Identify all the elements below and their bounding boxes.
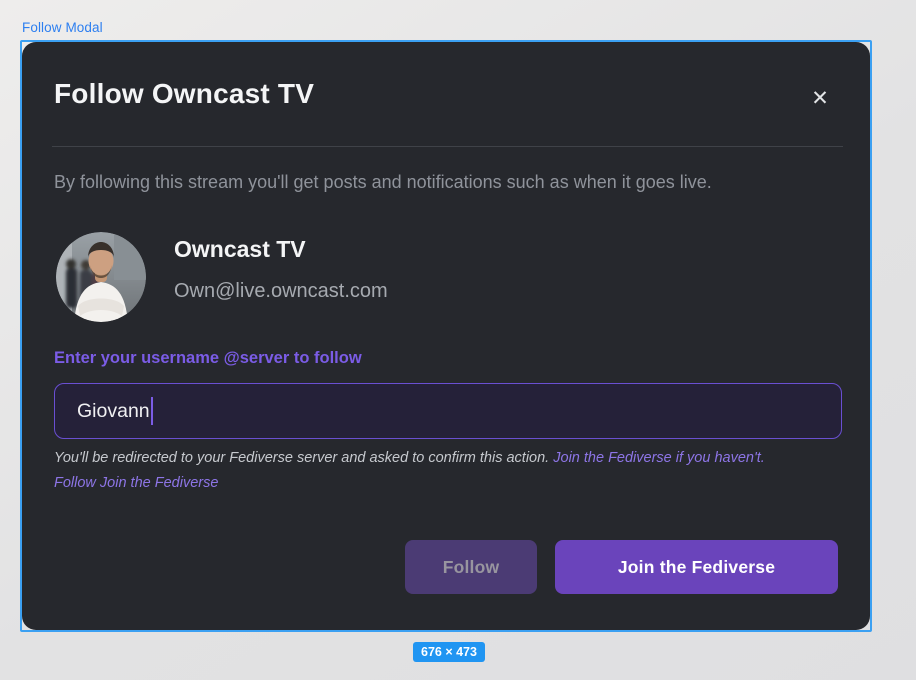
follow-join-fediverse-link[interactable]: Follow Join the Fediverse xyxy=(54,471,834,496)
modal-description: By following this stream you'll get post… xyxy=(54,172,834,193)
size-badge: 676 × 473 xyxy=(413,642,485,662)
join-fediverse-button[interactable]: Join the Fediverse xyxy=(555,540,838,594)
avatar xyxy=(56,232,146,322)
follow-modal: Follow Owncast TV ✕ By following this st… xyxy=(22,42,870,630)
account-handle: Own@live.owncast.com xyxy=(174,280,388,303)
selection-outline: Follow Owncast TV ✕ By following this st… xyxy=(20,40,872,632)
close-button[interactable]: ✕ xyxy=(804,82,836,114)
username-input[interactable]: Giovann xyxy=(54,383,842,439)
username-field-label: Enter your username @server to follow xyxy=(54,349,362,368)
divider xyxy=(52,146,843,147)
text-cursor xyxy=(151,397,153,425)
follow-button[interactable]: Follow xyxy=(405,540,537,594)
component-label: Follow Modal xyxy=(22,20,103,35)
account-name: Owncast TV xyxy=(174,236,306,263)
disclaimer-text: You'll be redirected to your Fediverse s… xyxy=(54,450,549,466)
disclaimer: You'll be redirected to your Fediverse s… xyxy=(54,446,834,496)
modal-title: Follow Owncast TV xyxy=(54,78,314,110)
storybook-canvas: Follow Modal Follow Owncast TV ✕ By foll… xyxy=(0,0,916,680)
close-icon: ✕ xyxy=(811,88,829,109)
username-input-value: Giovann xyxy=(77,400,150,423)
join-fediverse-link[interactable]: Join the Fediverse if you haven't. xyxy=(553,450,765,466)
